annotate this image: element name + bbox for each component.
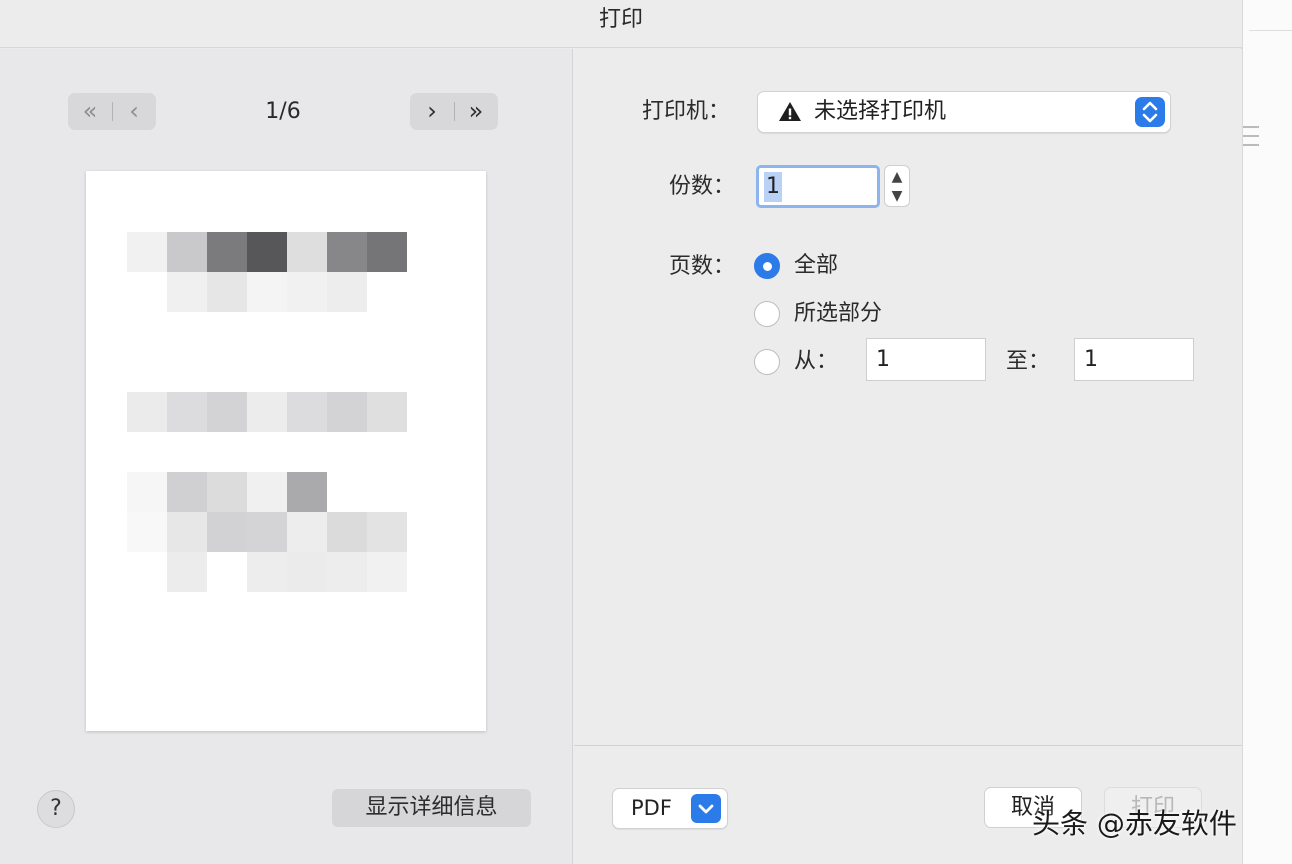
mosaic-block	[367, 512, 407, 552]
up-down-chevron-icon	[1135, 97, 1165, 127]
mosaic-block	[207, 472, 247, 512]
from-page-input[interactable]: 1	[866, 338, 986, 381]
mosaic-block	[127, 392, 167, 432]
watermark-text: 头条 @赤友软件	[1032, 807, 1237, 840]
mosaic-block	[287, 392, 327, 432]
mosaic-block	[207, 272, 247, 312]
last-page-icon[interactable]: »	[454, 93, 498, 130]
chevron-down-icon	[691, 794, 721, 823]
help-button[interactable]: ?	[37, 790, 75, 828]
pages-all-radio[interactable]	[754, 253, 780, 279]
next-page-controls: › »	[410, 93, 498, 130]
mosaic-block	[287, 232, 327, 272]
mosaic-block	[247, 272, 287, 312]
show-details-button[interactable]: 显示详细信息	[332, 789, 531, 827]
mosaic-block	[287, 472, 327, 512]
mosaic-block	[327, 552, 367, 592]
printer-select[interactable]: 未选择打印机	[757, 91, 1171, 133]
mosaic-block	[247, 552, 287, 592]
first-page-icon[interactable]: «	[68, 93, 112, 130]
preview-pane: « ‹ 1/6 › » ? 显示详细信息	[0, 49, 573, 864]
to-page-input[interactable]: 1	[1074, 338, 1194, 381]
warning-icon	[779, 102, 801, 121]
footer-divider	[574, 745, 1242, 746]
mosaic-block	[247, 472, 287, 512]
mosaic-block	[207, 512, 247, 552]
mosaic-block	[287, 552, 327, 592]
mosaic-block	[167, 272, 207, 312]
pdf-label: PDF	[631, 796, 672, 820]
mosaic-block	[127, 512, 167, 552]
background-window	[1242, 0, 1292, 864]
mosaic-block	[327, 232, 367, 272]
copies-value: 1	[764, 172, 782, 202]
copies-label: 份数：	[669, 174, 736, 199]
mosaic-block	[247, 392, 287, 432]
pages-all-label: 全部	[794, 253, 839, 278]
mosaic-block	[127, 472, 167, 512]
mosaic-block	[367, 232, 407, 272]
mosaic-block	[207, 392, 247, 432]
printer-value: 未选择打印机	[814, 99, 947, 124]
from-page-value: 1	[876, 347, 890, 372]
pages-from-label: 从：	[794, 349, 839, 374]
mosaic-block	[167, 392, 207, 432]
prev-page-controls: « ‹	[68, 93, 156, 130]
previous-page-icon[interactable]: ‹	[112, 93, 156, 130]
pdf-menu-button[interactable]: PDF	[612, 788, 728, 829]
mosaic-block	[287, 272, 327, 312]
stepper-down-icon[interactable]: ▼	[885, 186, 909, 206]
printer-label: 打印机：	[642, 99, 731, 124]
stepper-up-icon[interactable]: ▲	[885, 167, 909, 187]
mosaic-block	[167, 552, 207, 592]
title-bar: 打印	[0, 0, 1242, 48]
mosaic-block	[367, 552, 407, 592]
copies-stepper[interactable]: ▲ ▼	[884, 165, 910, 207]
mosaic-block	[127, 232, 167, 272]
to-label: 至：	[1006, 349, 1051, 374]
pages-selection-label: 所选部分	[794, 301, 883, 326]
pages-label: 页数：	[669, 254, 736, 279]
page-preview	[86, 171, 486, 731]
print-dialog: 打印 « ‹ 1/6 › » ? 显示详细信息 打印机： 未选择打印机 份数： …	[0, 0, 1242, 864]
copies-input[interactable]: 1	[756, 165, 880, 208]
mosaic-block	[287, 512, 327, 552]
mosaic-block	[327, 512, 367, 552]
mosaic-block	[207, 232, 247, 272]
mosaic-block	[167, 512, 207, 552]
dialog-title: 打印	[598, 7, 643, 32]
mosaic-block	[167, 472, 207, 512]
mosaic-block	[167, 232, 207, 272]
mosaic-block	[247, 512, 287, 552]
mosaic-block	[327, 392, 367, 432]
mosaic-block	[327, 272, 367, 312]
page-indicator: 1/6	[265, 99, 301, 124]
pages-selection-radio[interactable]	[754, 301, 780, 327]
next-page-icon[interactable]: ›	[410, 93, 454, 130]
mosaic-block	[367, 392, 407, 432]
pages-range-radio[interactable]	[754, 349, 780, 375]
settings-pane: 打印机： 未选择打印机 份数： 1 ▲ ▼ 页数： 全部 所选部分 从： 1 至…	[574, 49, 1242, 864]
to-page-value: 1	[1084, 347, 1098, 372]
mosaic-block	[247, 232, 287, 272]
